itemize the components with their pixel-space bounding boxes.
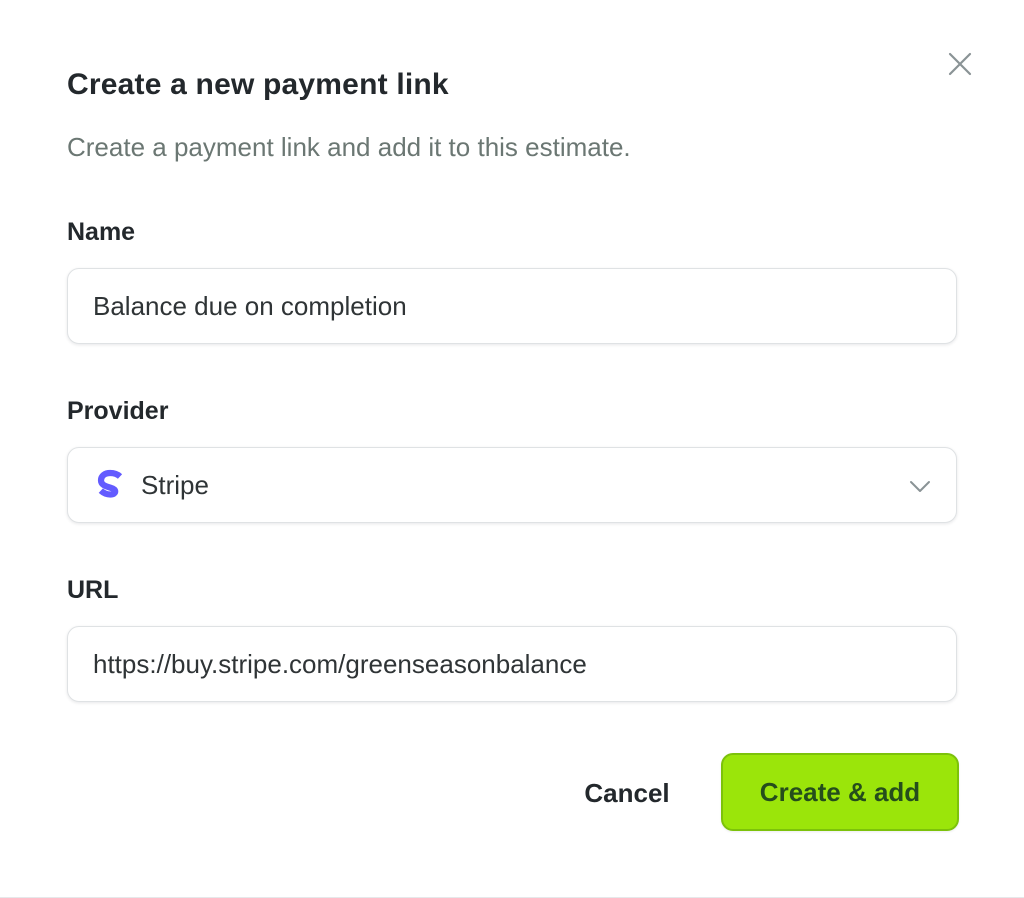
name-label: Name xyxy=(67,218,136,246)
name-input[interactable] xyxy=(68,269,956,343)
chevron-down-icon xyxy=(910,481,930,492)
create-and-add-button[interactable]: Create & add xyxy=(721,753,959,831)
close-icon xyxy=(948,52,972,76)
cancel-button[interactable]: Cancel xyxy=(566,754,688,832)
stripe-logo-icon xyxy=(97,469,123,498)
name-field-wrapper xyxy=(67,268,957,344)
close-button[interactable] xyxy=(944,48,976,80)
provider-select[interactable]: Stripe xyxy=(67,447,957,523)
provider-selected-value: Stripe xyxy=(141,470,209,500)
create-payment-link-dialog: Create a new payment link Create a payme… xyxy=(0,0,1024,898)
dialog-title: Create a new payment link xyxy=(67,68,449,101)
url-input[interactable] xyxy=(68,627,956,701)
url-field-wrapper xyxy=(67,626,957,702)
dialog-subtitle: Create a payment link and add it to this… xyxy=(67,132,631,162)
provider-label: Provider xyxy=(67,397,169,425)
url-label: URL xyxy=(67,576,119,604)
